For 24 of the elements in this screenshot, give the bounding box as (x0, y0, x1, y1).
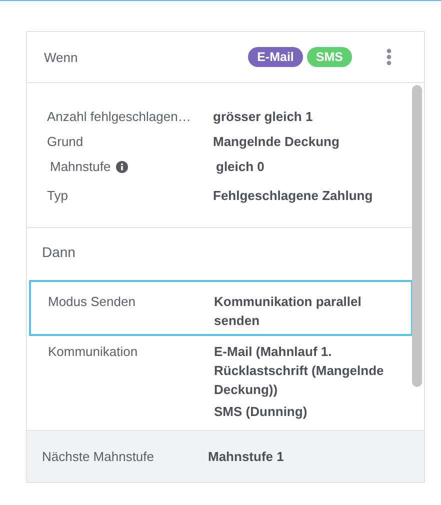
condition-label: Mahnstufe (50, 159, 111, 174)
condition-value: Mangelnde Deckung (213, 134, 340, 149)
condition-label: Typ (47, 188, 68, 202)
condition-value: gleich 0 (216, 159, 264, 174)
action-label: Kommunikation (48, 343, 139, 361)
channel-tag: E-Mail (248, 47, 303, 67)
condition-value: Fehlgeschlagene Zahlung (213, 188, 373, 202)
condition-label: Anzahl fehlgeschlagen… (47, 109, 191, 124)
condition-value: grösser gleich 1 (213, 109, 313, 124)
action-row[interactable]: Modus Senden Kommunikation parallel senden (29, 280, 413, 336)
section-title: Dann (41, 243, 76, 262)
info-icon[interactable] (116, 160, 128, 172)
section-title: Wenn (44, 50, 79, 64)
action-row[interactable]: Kommunikation E-Mail (Mahnlauf 1. Rücklastschrift (Mangelnde Deckung)) SMS (Dunning) (29, 336, 413, 427)
scrollbar[interactable] (412, 85, 422, 387)
action-value: Kommunikation parallel senden (214, 293, 362, 330)
action-value: SMS (Dunning) (214, 403, 308, 421)
action-label: Modus Senden (48, 293, 136, 311)
footer-value: Mahnstufe 1 (208, 449, 284, 464)
action-value: E-Mail (Mahnlauf 1. Rücklastschrift (Mangelnde Deckung)) (214, 343, 385, 399)
channel-tag: SMS (306, 47, 352, 67)
more-icon[interactable] (386, 48, 392, 66)
footer-label: Nächste Mahnstufe (42, 449, 156, 464)
condition-label: Grund (47, 134, 84, 149)
